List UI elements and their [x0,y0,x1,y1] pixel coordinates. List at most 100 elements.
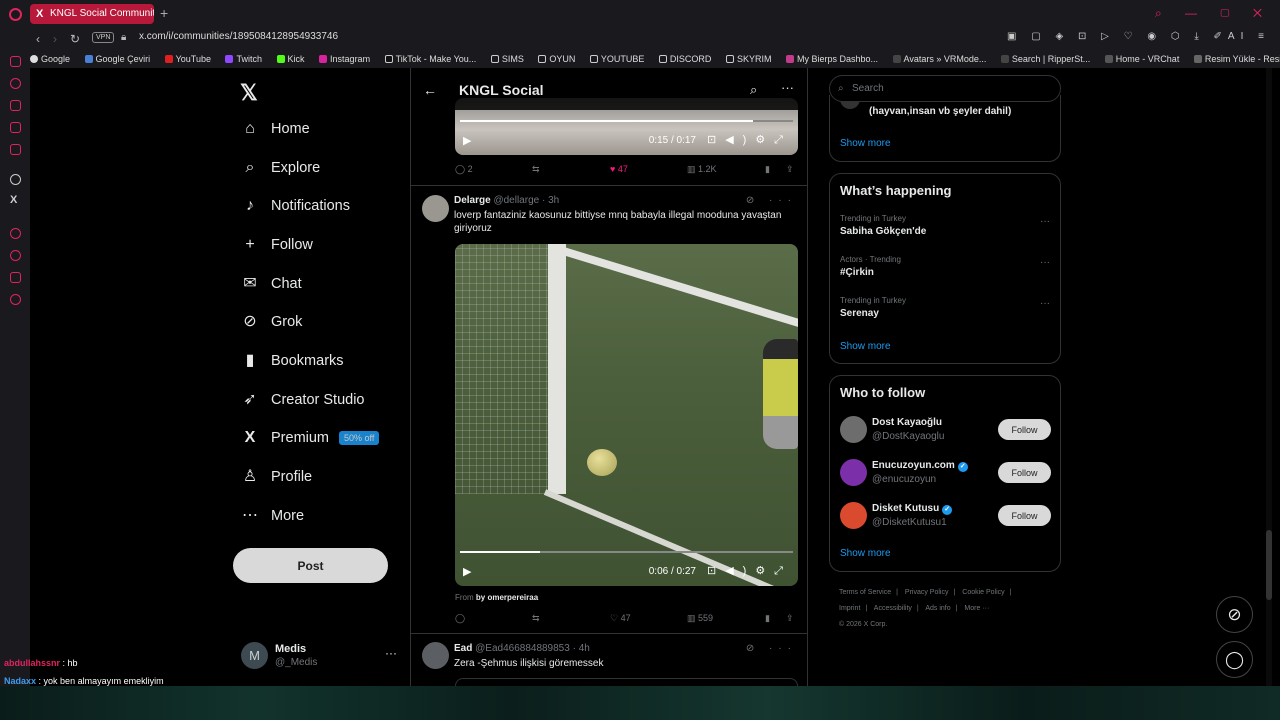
bookmark-item[interactable]: Resim Yükle - Resi... [1193,50,1280,68]
repost-icon[interactable]: ⇆ [532,613,540,624]
views-button[interactable]: ▥ 1.2K [687,164,717,175]
bookmark-folder[interactable]: SIMS [490,50,524,68]
tweet-author[interactable]: Ead @Ead466884889853 · 4h [454,643,590,654]
nav-notifications[interactable]: ♪ Notifications [241,192,350,220]
footer-link[interactable]: More ··· [964,605,989,612]
follow-suggestion-name[interactable]: Dost Kayaoğlu [872,417,942,428]
window-controls[interactable]: ⌕ — ▢ ✕ [1155,6,1272,21]
chatgpt-side-icon[interactable] [10,174,21,185]
share-icon[interactable]: ⇪ [786,164,794,175]
chat-float-icon[interactable]: ◯ [1216,641,1253,678]
tweet-menu-icons[interactable]: ⊘ ··· [746,195,797,206]
footer-link[interactable]: Cookie Policy [962,589,1004,596]
browser-tab-active[interactable]: X KNGL Social Community / [30,4,154,24]
bookmark-folder[interactable]: YOUTUBE [589,50,644,68]
bookmark-item[interactable]: My Bierps Dashbo... [785,50,878,68]
trend-name[interactable]: Serenay [840,308,879,319]
play-icon[interactable]: ▶ [463,565,471,578]
bookmark-item[interactable]: Home - VRChat [1104,50,1179,68]
avatar[interactable] [422,195,449,222]
search-input[interactable]: ⌕ Search [829,75,1061,102]
bookmark-item[interactable]: Google Çeviri [84,50,150,68]
bookmark-item[interactable]: YouTube [164,50,211,68]
more-dots-icon[interactable]: ··· [385,646,397,660]
history-side-icon[interactable] [10,250,21,261]
avatar[interactable] [840,459,867,486]
more-dots-icon[interactable]: ··· [1040,298,1050,309]
bookmark-item[interactable]: Kick [276,50,305,68]
forward-icon[interactable]: › [53,32,57,46]
reply-icon[interactable]: ◯ [455,613,465,624]
nav-more[interactable]: ⋯ More [241,502,304,530]
follow-button[interactable]: Follow [998,419,1051,440]
search-icon[interactable]: ⌕ [750,82,757,98]
url-field[interactable]: x.com/i/communities/1895084128954933746 [139,31,338,42]
nav-follow[interactable]: + Follow [241,231,313,259]
nav-home[interactable]: ⌂ Home [241,115,310,143]
show-more-link[interactable]: Show more [840,548,891,559]
more-dots-icon[interactable]: ··· [1040,216,1050,227]
video-progress-bar[interactable] [460,120,793,122]
avatar[interactable] [840,502,867,529]
post-button[interactable]: Post [233,548,388,583]
follow-button[interactable]: Follow [998,505,1051,526]
vpn-badge[interactable]: VPN [92,32,115,43]
bookmark-folder[interactable]: SKYRIM [725,50,771,68]
sidebar-app-icon[interactable] [10,78,21,89]
video-player[interactable]: ▶ 0:06 / 0:27 ⊡◀)⚙⤢ [455,244,798,586]
repost-icon[interactable]: ⇆ [532,164,540,175]
tweet-author[interactable]: Delarge @dellarge · 3h [454,195,559,206]
bookmark-item[interactable]: Twitch [225,50,262,68]
more-dots-icon[interactable]: ··· [781,80,794,95]
avatar[interactable] [422,642,449,669]
settings-side-icon[interactable] [10,294,21,305]
video-control-icons[interactable]: ⊡◀)⚙⤢ [707,564,792,578]
nav-explore[interactable]: ⌕ Explore [241,154,321,182]
grok-float-icon[interactable]: ⊘ [1216,596,1253,633]
like-button[interactable]: ♡ 47 [610,613,631,624]
lock-icon[interactable]: 🔒︎ [121,32,126,43]
bookmark-folder[interactable]: OYUN [538,50,575,68]
nav-bookmarks[interactable]: ▮ Bookmarks [241,347,344,375]
sidebar-app-icon[interactable] [10,272,21,283]
bookmark-icon[interactable]: ▮ [765,613,770,624]
sidebar-app-icon[interactable] [10,144,21,155]
new-tab-button[interactable]: + [160,5,168,21]
trend-name[interactable]: #Çirkin [840,267,874,278]
reload-icon[interactable]: ↻ [70,32,80,46]
footer-link[interactable]: Imprint [839,605,860,612]
nav-premium[interactable]: X Premium 50% off [241,424,380,452]
back-icon[interactable]: ‹ [36,32,40,46]
like-button[interactable]: ♥ 47 [610,164,628,174]
show-more-link[interactable]: Show more [840,341,891,352]
bookmark-item[interactable]: Search | RipperSt... [1000,50,1090,68]
share-icon[interactable]: ⇪ [786,613,794,624]
show-more-link[interactable]: Show more [840,138,891,149]
bookmark-icon[interactable]: ▮ [765,164,770,175]
nav-grok[interactable]: ⊘ Grok [241,308,302,336]
more-dots-icon[interactable]: ··· [1040,257,1050,268]
back-arrow-icon[interactable]: ← [423,82,437,98]
sidebar-app-icon[interactable] [10,56,21,67]
reply-button[interactable]: ◯ 2 [455,164,473,175]
opera-logo-icon[interactable] [9,8,22,21]
follow-suggestion-name[interactable]: Disket Kutusu ✓ [872,503,953,515]
views-button[interactable]: ▥ 559 [687,613,713,624]
footer-link[interactable]: Ads info [925,605,950,612]
ai-label[interactable]: AI [1228,31,1249,42]
scrollbar-thumb[interactable] [1266,530,1272,600]
media-preview[interactable] [455,678,798,686]
nav-chat[interactable]: ✉ Chat [241,270,301,298]
video-source[interactable]: From by omerpereiraa [455,593,538,602]
trend-name[interactable]: Sabiha Gökçen'de [840,226,926,237]
x-side-icon[interactable]: X [10,194,17,206]
follow-button[interactable]: Follow [998,462,1051,483]
instagram-side-icon[interactable] [10,122,21,133]
bookmark-folder[interactable]: DISCORD [658,50,711,68]
nav-profile[interactable]: ♙ Profile [241,463,312,491]
sidebar-app-icon[interactable] [10,228,21,239]
extension-icons[interactable]: ▣ ▢ ◈ ⊡ ▷ ♡ ◉ ⬡ ⤓ ✐AI ≡ [1007,31,1270,42]
video-control-icons[interactable]: ⊡◀)⚙⤢ [707,133,792,147]
bookmark-item[interactable]: Avatars » VRMode... [892,50,986,68]
follow-suggestion-name[interactable]: Enucuzoyun.com ✓ [872,460,968,472]
